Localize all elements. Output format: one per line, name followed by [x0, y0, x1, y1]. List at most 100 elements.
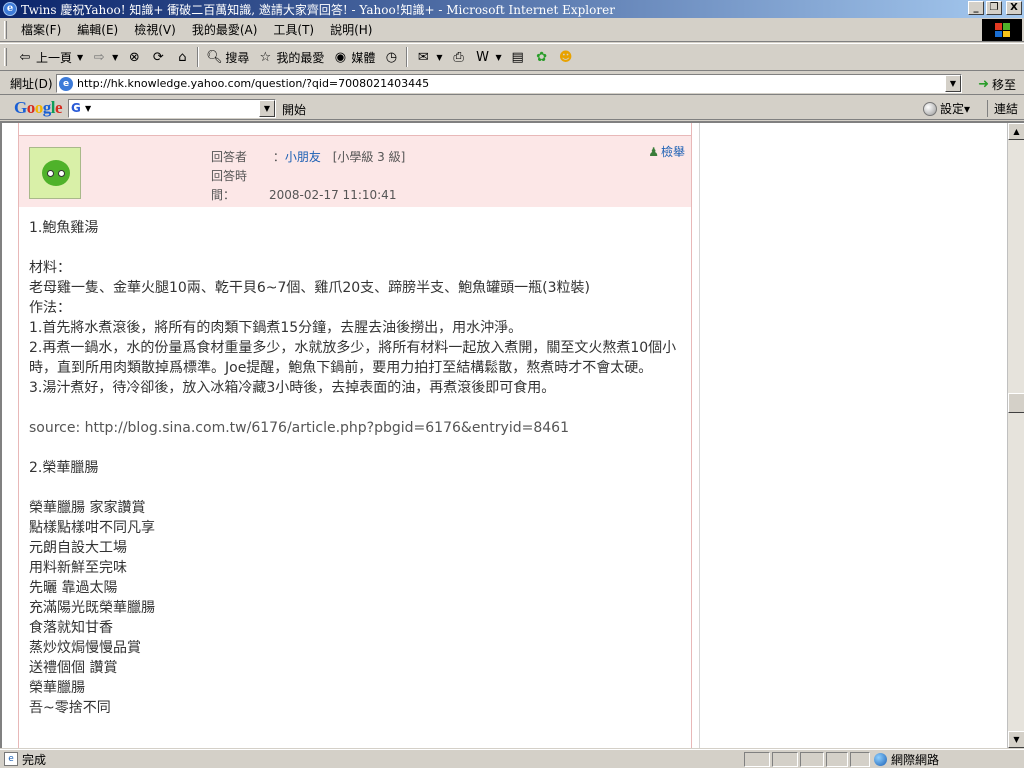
links-button[interactable]: 連結: [986, 100, 1018, 117]
answer-line: 榮華臘腸: [29, 680, 85, 696]
status-panel: [772, 752, 798, 767]
responder-level: [小學級 3 級]: [332, 150, 406, 164]
dropdown-arrow-icon[interactable]: ▼: [112, 53, 118, 62]
answer-line: 食落就知甘香: [29, 620, 113, 636]
go-button[interactable]: ➜ 移至: [978, 76, 1016, 93]
scroll-thumb[interactable]: [1008, 393, 1024, 413]
menu-edit[interactable]: 編輯(E): [69, 21, 126, 38]
status-text: 完成: [22, 752, 47, 767]
back-button[interactable]: ⇦ 上一頁 ▼: [13, 46, 87, 68]
go-label: 移至: [991, 78, 1016, 92]
windows-logo: [982, 19, 1022, 41]
ie-logo-icon: e: [3, 2, 17, 16]
answer-line: 作法：: [29, 300, 71, 316]
google-start-button[interactable]: 開始: [282, 101, 306, 118]
windows-flag-icon: [995, 23, 1010, 37]
answer-body: 1.鮑魚雞湯 材料： 老母雞一隻、金華火腿10兩、乾干貝6~7個、雞爪20支、蹄…: [29, 218, 689, 718]
smiley-icon: ☻: [558, 49, 573, 65]
standard-toolbar: ⇦ 上一頁 ▼ ⇨ ▼ ⊗ ⟳ ⌂ 🔍︎ 搜尋 ☆ 我的最愛 ◉ 媒體 ◷ ✉ …: [0, 43, 1024, 71]
dropdown-arrow-icon[interactable]: ▼: [85, 104, 91, 113]
search-label: 搜尋: [225, 50, 250, 65]
restore-button[interactable]: ❐: [986, 1, 1002, 15]
source-link[interactable]: source: http://blog.sina.com.tw/6176/art…: [29, 418, 689, 438]
scroll-down-button[interactable]: ▼: [1008, 731, 1024, 748]
report-link[interactable]: ♟ 檢舉: [648, 143, 685, 160]
forward-button[interactable]: ⇨ ▼: [87, 46, 122, 68]
toolbar-separator: [197, 47, 200, 67]
dropdown-arrow-icon[interactable]: ▼: [496, 53, 502, 62]
answer-line: 老母雞一隻、金華火腿10兩、乾干貝6~7個、雞爪20支、蹄膀半支、鮑魚罐頭一瓶(…: [29, 280, 591, 296]
address-dropdown-button[interactable]: ▼: [945, 75, 961, 92]
toolbar-grip[interactable]: [4, 20, 7, 39]
answer-meta: 回答者 ：小朋友 [小學級 3 級] 回答時間： 2008-02-17 11:10…: [211, 148, 405, 205]
status-panel: [744, 752, 770, 767]
zone-label: 網際網路: [891, 753, 940, 767]
responder-name-link[interactable]: 小朋友: [285, 150, 321, 164]
google-logo[interactable]: Google: [14, 98, 63, 118]
mail-icon: ✉: [417, 49, 429, 65]
toolbar-grip[interactable]: [4, 48, 7, 66]
answer-line: 1.鮑魚雞湯: [29, 220, 99, 236]
answer-line: 先曬 靠過太陽: [29, 580, 118, 596]
answer-line: 元朗自設大工場: [29, 540, 127, 556]
ie-window: e Twins 慶祝Yahoo! 知識+ 衝破二百萬知識, 邀請大家齊回答! -…: [0, 0, 1024, 768]
report-icon: ♟: [648, 144, 659, 159]
google-settings-button[interactable]: 設定▾: [922, 100, 970, 117]
address-input[interactable]: [77, 77, 937, 90]
print-icon: ⎙: [453, 49, 464, 65]
search-button[interactable]: 🔍︎ 搜尋: [202, 46, 253, 68]
vertical-scrollbar[interactable]: ▲ ▼: [1007, 123, 1024, 748]
menu-help[interactable]: 說明(H): [322, 21, 380, 38]
stop-button[interactable]: ⊗: [122, 46, 146, 68]
minimize-button[interactable]: _: [968, 1, 984, 15]
google-toolbar: Google G ▼ ▼ 開始 設定▾ 連結: [0, 96, 1024, 120]
avatar[interactable]: [29, 147, 81, 199]
close-button[interactable]: X: [1006, 1, 1022, 15]
media-button[interactable]: ◉ 媒體: [328, 46, 379, 68]
window-title: Twins 慶祝Yahoo! 知識+ 衝破二百萬知識, 邀請大家齊回答! - Y…: [21, 2, 615, 17]
refresh-button[interactable]: ⟳: [146, 46, 170, 68]
answer-line: 榮華臘腸 家家讚賞: [29, 500, 146, 516]
print-button[interactable]: ⎙: [447, 46, 471, 68]
google-search-dropdown[interactable]: ▼: [259, 100, 275, 117]
title-bar: e Twins 慶祝Yahoo! 知識+ 衝破二百萬知識, 邀請大家齊回答! -…: [0, 0, 1024, 18]
settings-label: 設定▾: [939, 102, 970, 116]
emoticon-button[interactable]: ☻: [554, 46, 578, 68]
dropdown-arrow-icon[interactable]: ▼: [77, 53, 83, 62]
avatar-eye: [58, 170, 65, 177]
mail-button[interactable]: ✉ ▼: [411, 46, 446, 68]
status-bar: e 完成 網際網路: [0, 749, 1024, 768]
back-arrow-icon: ⇦: [19, 49, 31, 65]
answer-time-label: 回答時間：: [211, 169, 248, 202]
browser-viewport: 回答者 ：小朋友 [小學級 3 級] 回答時間： 2008-02-17 11:10…: [0, 121, 1024, 748]
forward-arrow-icon: ⇨: [93, 49, 105, 65]
answer-line: 3.湯汁煮好，待冷卻後，放入冰箱冷藏3小時後，去掉表面的油，再煮滾後即可食用。: [29, 380, 556, 396]
address-bar: 網址(D) e ▼ ➜ 移至: [0, 72, 1024, 95]
messenger-button[interactable]: ✿: [530, 46, 554, 68]
edit-button[interactable]: W ▼: [471, 46, 506, 68]
scroll-up-button[interactable]: ▲: [1008, 123, 1024, 140]
favorites-icon: ☆: [259, 49, 272, 65]
google-g-icon[interactable]: G: [71, 101, 81, 115]
menu-favorites[interactable]: 我的最愛(A): [184, 21, 266, 38]
home-button[interactable]: ⌂: [170, 46, 194, 68]
messenger-icon: ✿: [536, 49, 548, 65]
menu-view[interactable]: 檢視(V): [126, 21, 184, 38]
answer-line: 用料新鮮至完味: [29, 560, 127, 576]
dropdown-arrow-icon[interactable]: ▼: [436, 53, 442, 62]
back-label: 上一頁: [36, 50, 73, 65]
globe-icon: [874, 753, 887, 766]
discuss-button[interactable]: ▤: [506, 46, 530, 68]
google-search-box[interactable]: G ▼ ▼: [68, 99, 276, 118]
answer-line: 充滿陽光既榮華臘腸: [29, 600, 155, 616]
menu-tools[interactable]: 工具(T): [265, 21, 322, 38]
answer-line: 1.首先將水煮滾後，將所有的肉類下鍋煮15分鐘，去腥去油後撈出，用水沖淨。: [29, 320, 523, 336]
favorites-button[interactable]: ☆ 我的最愛: [253, 46, 328, 68]
address-label: 網址(D): [10, 76, 53, 91]
address-field[interactable]: e ▼: [56, 74, 962, 93]
menu-file[interactable]: 檔案(F): [13, 21, 69, 38]
history-button[interactable]: ◷: [379, 46, 403, 68]
answer-line: 2.再煮一鍋水，水的份量爲食材重量多少，水就放多少，將所有材料一起放入煮開，關至…: [29, 340, 677, 376]
refresh-icon: ⟳: [152, 49, 164, 65]
